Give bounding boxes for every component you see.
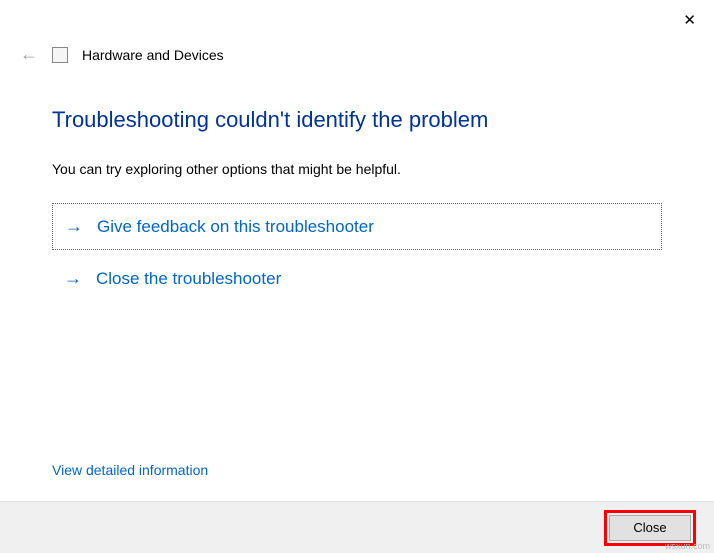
give-feedback-label: Give feedback on this troubleshooter [97, 217, 374, 237]
page-title: Troubleshooting couldn't identify the pr… [52, 107, 662, 133]
breadcrumb: Hardware and Devices [82, 47, 224, 63]
close-troubleshooter-label: Close the troubleshooter [96, 269, 281, 289]
title-bar: ✕ [0, 0, 714, 40]
troubleshooter-icon [52, 47, 68, 63]
give-feedback-option[interactable]: → Give feedback on this troubleshooter [52, 203, 662, 250]
arrow-right-icon: → [64, 268, 82, 289]
content-area: Troubleshooting couldn't identify the pr… [0, 65, 714, 301]
view-detailed-link[interactable]: View detailed information [52, 462, 208, 478]
footer: Close [0, 501, 714, 553]
watermark: wsxun.com [665, 541, 710, 551]
header-row: ← Hardware and Devices [0, 40, 714, 65]
back-arrow-icon: ← [20, 44, 38, 65]
close-troubleshooter-option[interactable]: → Close the troubleshooter [52, 256, 662, 301]
close-button[interactable]: Close [609, 515, 691, 541]
page-description: You can try exploring other options that… [52, 161, 662, 177]
close-icon[interactable]: ✕ [683, 13, 696, 28]
arrow-right-icon: → [65, 216, 83, 237]
